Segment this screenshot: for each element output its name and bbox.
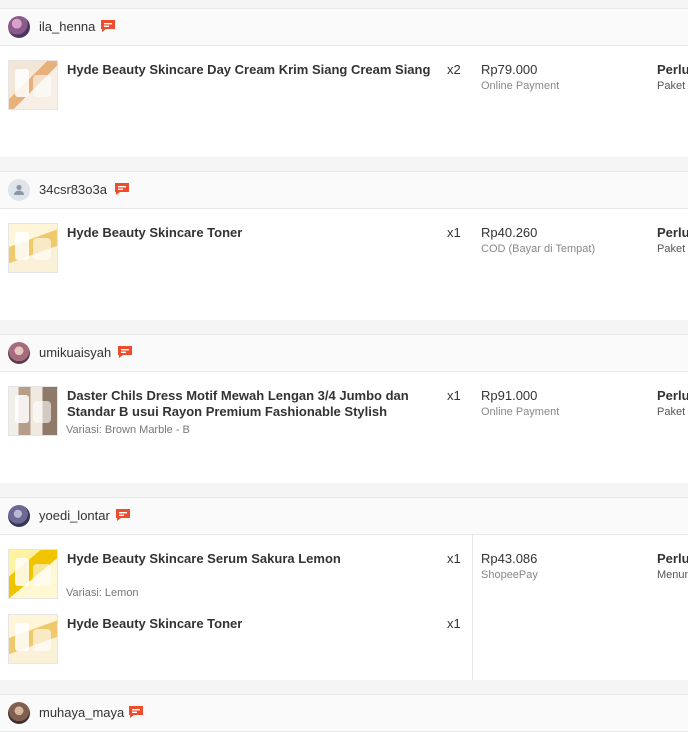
avatar[interactable] [8,16,30,38]
order-status-detail: Paket [657,406,686,418]
order-status: Perlu [657,388,688,403]
chat-icon[interactable] [117,345,133,359]
payment-method: Online Payment [481,80,560,92]
order-list: ila_henna Hyde Beauty Skincare Day Cream… [0,0,688,732]
payment-method: Online Payment [481,406,560,418]
order-status: Perlu [657,551,688,566]
default-user-icon [14,184,24,195]
order-header: umikuaisyah [0,335,688,372]
order-status: Perlu [657,62,688,77]
order-price: Rp40.260 [481,225,538,240]
chat-icon[interactable] [128,705,144,719]
order-card: yoedi_lontar Hyde Beauty Skincare Serum … [0,497,688,680]
product-name[interactable]: Hyde Beauty Skincare Toner [67,616,442,632]
avatar[interactable] [8,702,30,724]
list-gap [0,0,688,8]
avatar[interactable] [8,179,30,201]
payment-method: COD (Bayar di Tempat) [481,243,596,255]
order-card: 34csr83o3a Hyde Beauty Skincare Toner x1… [0,171,688,320]
list-gap [0,679,688,694]
product-thumbnail[interactable] [8,386,58,436]
buyer-username[interactable]: umikuaisyah [39,345,111,361]
chat-icon[interactable] [115,508,131,522]
order-price: Rp79.000 [481,62,538,77]
order-card: ila_henna Hyde Beauty Skincare Day Cream… [0,8,688,157]
product-qty: x1 [447,388,461,403]
product-qty: x1 [447,616,461,631]
avatar[interactable] [8,342,30,364]
buyer-username[interactable]: yoedi_lontar [39,508,110,524]
order-header: yoedi_lontar [0,498,688,535]
list-gap [0,156,688,171]
order-status-detail: Menun [657,569,688,581]
product-qty: x1 [447,225,461,240]
product-qty: x2 [447,62,461,77]
order-header: muhaya_maya [0,695,688,732]
list-gap [0,482,688,497]
product-variant: Variasi: Brown Marble - B [66,424,190,436]
order-price: Rp91.000 [481,388,538,403]
product-name[interactable]: Hyde Beauty Skincare Toner [67,225,442,241]
column-divider [472,535,473,680]
order-header: 34csr83o3a [0,172,688,209]
product-qty: x1 [447,551,461,566]
product-variant: Variasi: Lemon [66,587,139,599]
order-status: Perlu [657,225,688,240]
order-card: umikuaisyah Daster Chils Dress Motif Mew… [0,334,688,483]
list-gap [0,319,688,334]
payment-method: ShopeePay [481,569,538,581]
product-thumbnail[interactable] [8,60,58,110]
product-name[interactable]: Hyde Beauty Skincare Serum Sakura Lemon [67,551,442,567]
product-thumbnail[interactable] [8,614,58,664]
order-status-detail: Paket [657,80,686,92]
order-card: muhaya_maya [0,694,688,732]
buyer-username[interactable]: 34csr83o3a [39,182,107,198]
product-thumbnail[interactable] [8,223,58,273]
order-price: Rp43.086 [481,551,538,566]
order-status-detail: Paket [657,243,686,255]
buyer-username[interactable]: ila_henna [39,19,95,35]
order-header: ila_henna [0,9,688,46]
product-thumbnail[interactable] [8,549,58,599]
chat-icon[interactable] [114,182,130,196]
avatar[interactable] [8,505,30,527]
product-name[interactable]: Daster Chils Dress Motif Mewah Lengan 3/… [67,388,442,420]
chat-icon[interactable] [100,19,116,33]
product-name[interactable]: Hyde Beauty Skincare Day Cream Krim Sian… [67,62,442,78]
